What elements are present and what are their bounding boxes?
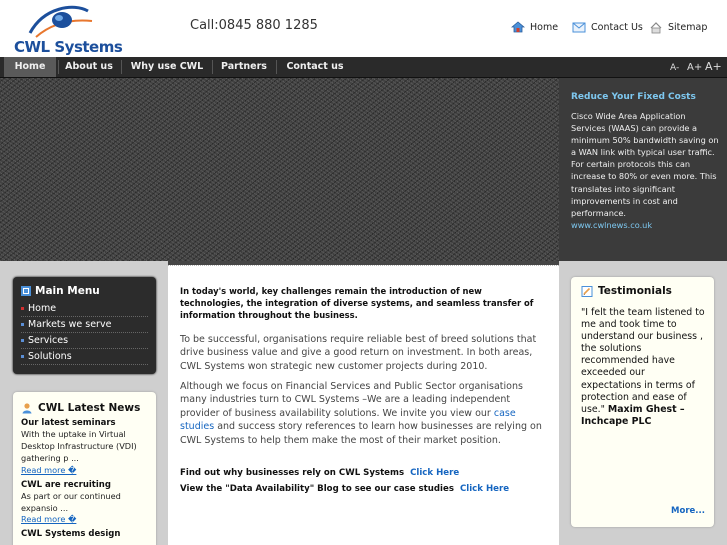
person-icon [22, 403, 32, 414]
paragraph-2: Although we focus on Financial Services … [180, 380, 545, 447]
nav-item-partners[interactable]: Partners [215, 57, 273, 77]
logo-brand-suffix: Systems [54, 38, 123, 56]
cta-blog: View the "Data Availability" Blog to see… [180, 484, 509, 494]
menu-item-home[interactable]: Home [21, 301, 148, 317]
testimonials-header: Testimonials [581, 285, 706, 297]
home-icon [511, 21, 525, 33]
bullet-icon [21, 323, 24, 326]
sitemap-icon [650, 22, 662, 34]
nav-divider [121, 60, 122, 74]
logo-brand: CWL [14, 38, 50, 56]
bullet-icon [21, 355, 24, 358]
logo-wordmark: CWL Systems [14, 38, 123, 56]
click-here-link[interactable]: Click Here [410, 468, 459, 478]
header: CWL Systems Call:0845 880 1285 Home Cont… [0, 0, 727, 57]
menu-item-solutions[interactable]: Solutions [21, 349, 148, 365]
top-link-contact-label: Contact Us [591, 21, 643, 33]
main-nav: Home About us Why use CWL Partners Conta… [0, 57, 727, 78]
latest-news-box: CWL Latest News Our latest seminars With… [13, 392, 156, 545]
menu-icon [21, 286, 31, 296]
read-more-link[interactable]: Read more � [21, 465, 148, 475]
top-link-contact[interactable]: Contact Us [572, 20, 643, 34]
paragraph-2-text-a: Although we focus on Financial Services … [180, 381, 523, 419]
hero-banner-image [0, 78, 559, 261]
promo-panel: Reduce Your Fixed Costs Cisco Wide Area … [559, 78, 727, 261]
cta-why-businesses-text: Find out why businesses rely on CWL Syst… [180, 468, 405, 478]
news-item-heading[interactable]: CWL are recruiting [21, 480, 148, 490]
paragraph-2-text-b: and success story references to learn ho… [180, 421, 542, 446]
nav-item-about[interactable]: About us [60, 57, 118, 77]
cta-why-businesses: Find out why businesses rely on CWL Syst… [180, 468, 459, 478]
news-item-text: With the uptake in Virtual Desktop Infra… [21, 429, 137, 464]
testimonials-more-link[interactable]: More... [671, 506, 705, 516]
top-link-sitemap[interactable]: Sitemap [649, 20, 707, 34]
read-more-link[interactable]: Read more � [21, 514, 148, 524]
promo-title: Reduce Your Fixed Costs [571, 92, 696, 102]
bullet-icon [21, 339, 24, 342]
main-menu-header: Main Menu [21, 285, 148, 297]
cta-blog-text: View the "Data Availability" Blog to see… [180, 484, 454, 494]
main-menu-title: Main Menu [35, 285, 100, 297]
font-size-decrease-button[interactable]: A- [670, 63, 679, 73]
bullet-icon [21, 307, 24, 310]
news-item-heading[interactable]: CWL Systems design [21, 529, 148, 539]
testimonial-quote: "I felt the team listened to me and took… [581, 307, 706, 428]
menu-item-markets[interactable]: Markets we serve [21, 317, 148, 333]
menu-item-label: Services [28, 335, 69, 346]
nav-divider [212, 60, 213, 74]
nav-item-why-use-cwl[interactable]: Why use CWL [124, 57, 210, 77]
logo-swoosh-icon [28, 5, 93, 38]
testimonials-title: Testimonials [598, 285, 672, 297]
font-size-increase-button[interactable]: A+ [705, 60, 722, 73]
nav-item-home[interactable]: Home [4, 57, 56, 77]
menu-item-label: Home [28, 303, 57, 314]
news-title: CWL Latest News [38, 402, 141, 414]
news-header: CWL Latest News [21, 402, 148, 414]
promo-body: Cisco Wide Area Application Services (WA… [571, 111, 719, 218]
phone-number: Call:0845 880 1285 [190, 18, 318, 33]
notepad-icon [581, 286, 593, 297]
promo-link[interactable]: www.cwlnews.co.uk [571, 219, 719, 231]
font-size-normal-button[interactable]: A+ [687, 62, 702, 73]
menu-item-services[interactable]: Services [21, 333, 148, 349]
nav-item-contact[interactable]: Contact us [279, 57, 351, 77]
nav-divider [276, 60, 277, 74]
paragraph-1: To be successful, organisations require … [180, 334, 537, 372]
top-link-home-label: Home [530, 21, 559, 33]
testimonial-quote-text: "I felt the team listened to me and took… [581, 307, 705, 415]
nav-divider [58, 60, 59, 74]
top-link-sitemap-label: Sitemap [668, 21, 708, 33]
intro-text: In today's world, key challenges remain … [180, 286, 534, 321]
menu-item-label: Solutions [28, 351, 72, 362]
envelope-icon [572, 22, 586, 33]
click-here-link[interactable]: Click Here [460, 484, 509, 494]
testimonials-box: Testimonials "I felt the team listened t… [571, 277, 714, 527]
news-item-text: As part or our continued expansio ... [21, 490, 121, 513]
top-link-home[interactable]: Home [511, 20, 558, 34]
news-item-heading[interactable]: Our latest seminars [21, 418, 148, 428]
page: CWL Systems Call:0845 880 1285 Home Cont… [0, 0, 727, 545]
logo[interactable]: CWL Systems [12, 3, 123, 56]
main-menu-box: Main Menu Home Markets we serve Services… [13, 277, 156, 374]
menu-item-label: Markets we serve [28, 319, 112, 330]
